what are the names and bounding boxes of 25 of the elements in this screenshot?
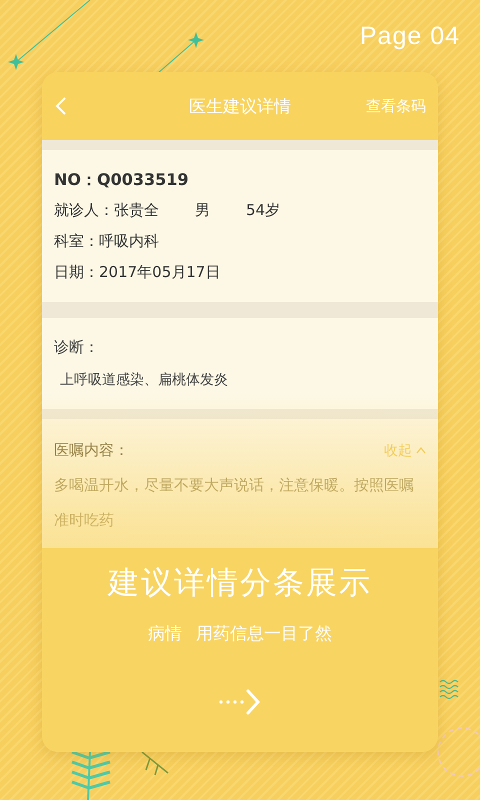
advice-text: 多喝温开水，尽量不要大声说话，注意保暖。按照医嘱准时吃药 (54, 475, 415, 531)
sparkle-line-drawing (158, 32, 204, 74)
department-text: 科室：呼吸内科 (54, 231, 159, 252)
record-number: NO：Q0033519 (54, 169, 189, 191)
dotted-arrow-icon[interactable] (218, 687, 262, 717)
diagnosis-text: 上呼吸道感染、扁桃体发炎 (59, 371, 229, 390)
view-barcode-link[interactable]: 查看条码 (366, 96, 426, 116)
dashed-circle-drawing (437, 727, 480, 777)
page-label: Page 04 (360, 22, 460, 51)
patient-sex: 男 (195, 200, 210, 221)
leaf-drawing (142, 751, 168, 776)
wave-drawing (440, 680, 458, 700)
patient-age: 54岁 (246, 200, 280, 221)
promo-subtitle: 病情 (148, 623, 182, 645)
date-text: 日期：2017年05月17日 (54, 262, 220, 283)
back-icon[interactable] (54, 95, 68, 117)
caret-icon (416, 447, 426, 454)
promo-title: 建议详情分条展示 (108, 564, 372, 603)
collapse-toggle[interactable]: 收起 (384, 442, 426, 460)
promo-subtitle: 用药信息一目了然 (196, 623, 332, 645)
screen-title: 医生建议详情 (189, 96, 291, 118)
diagnosis-label: 诊断： (54, 337, 100, 358)
leaf-drawing (72, 750, 110, 800)
advice-label: 医嘱内容： (54, 441, 129, 460)
patient-name: 就诊人：张贵全 (54, 200, 159, 221)
